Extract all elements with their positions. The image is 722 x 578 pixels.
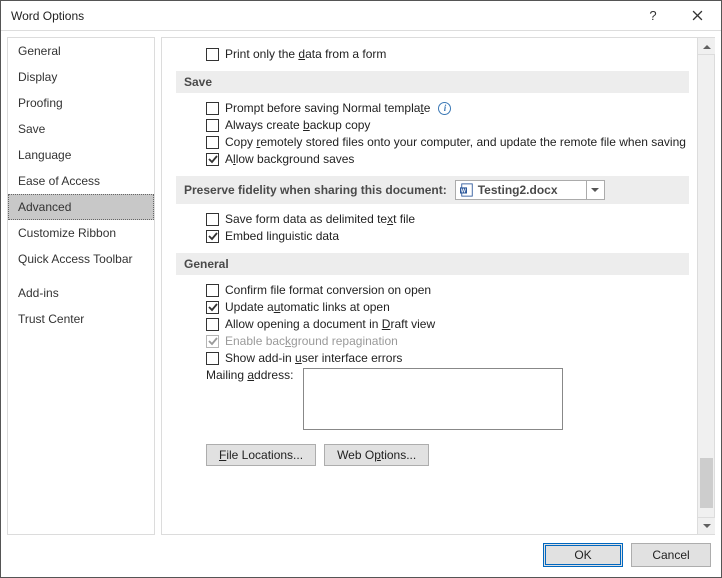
sidebar-item-save[interactable]: Save [8,116,154,142]
option-prompt-normal-template[interactable]: Prompt before saving Normal template i [206,101,689,115]
file-locations-button[interactable]: File Locations... [206,444,316,466]
checkbox[interactable] [206,136,219,149]
section-fidelity: Preserve fidelity when sharing this docu… [176,176,689,204]
info-icon[interactable]: i [438,102,451,115]
checkbox[interactable] [206,301,219,314]
section-save: Save [176,71,689,93]
window-title: Word Options [11,9,631,23]
checkbox[interactable] [206,102,219,115]
cancel-button[interactable]: Cancel [631,543,711,567]
titlebar: Word Options ? [1,1,721,31]
option-label: Confirm file format conversion on open [225,283,431,297]
web-options-button[interactable]: Web Options... [324,444,429,466]
chevron-down-icon [586,181,604,199]
section-general: General [176,253,689,275]
word-doc-icon: W [460,183,474,197]
option-label: Show add-in user interface errors [225,351,402,365]
option-label: Always create backup copy [225,118,370,132]
checkbox[interactable] [206,153,219,166]
checkbox[interactable] [206,213,219,226]
option-background-repagination: Enable background repagination [206,334,689,348]
option-label: Embed linguistic data [225,229,339,243]
option-copy-remote-files[interactable]: Copy remotely stored files onto your com… [206,135,689,149]
checkbox[interactable] [206,318,219,331]
mailing-address-row: Mailing address: [206,368,689,430]
checkbox[interactable] [206,230,219,243]
content-panel: Print only the data from a form Save Pro… [161,37,715,535]
option-update-auto-links[interactable]: Update automatic links at open [206,300,689,314]
close-button[interactable] [675,2,719,30]
option-label: Update automatic links at open [225,300,390,314]
checkbox[interactable] [206,284,219,297]
ok-button[interactable]: OK [543,543,623,567]
option-print-only-data[interactable]: Print only the data from a form [206,47,689,61]
option-label: Prompt before saving Normal template [225,101,430,115]
document-name: Testing2.docx [478,183,558,197]
scroll-up-button[interactable] [698,38,715,55]
svg-text:W: W [461,189,466,195]
checkbox[interactable] [206,352,219,365]
checkbox[interactable] [206,119,219,132]
mailing-address-field[interactable] [303,368,563,430]
option-label: Copy remotely stored files onto your com… [225,135,686,149]
option-label: Allow background saves [225,152,354,166]
sidebar-item-general[interactable]: General [8,38,154,64]
sidebar-item-quick-access-toolbar[interactable]: Quick Access Toolbar [8,246,154,272]
option-backup-copy[interactable]: Always create backup copy [206,118,689,132]
option-confirm-conversion[interactable]: Confirm file format conversion on open [206,283,689,297]
mailing-address-label: Mailing address: [206,368,293,382]
scroll-thumb[interactable] [700,458,713,508]
sidebar-item-customize-ribbon[interactable]: Customize Ribbon [8,220,154,246]
option-label: Enable background repagination [225,334,398,348]
option-allow-background-saves[interactable]: Allow background saves [206,152,689,166]
vertical-scrollbar[interactable] [697,38,714,534]
option-embed-linguistic[interactable]: Embed linguistic data [206,229,689,243]
close-icon [692,10,703,21]
option-label: Allow opening a document in Draft view [225,317,435,331]
section-fidelity-label: Preserve fidelity when sharing this docu… [184,183,447,197]
sidebar-item-display[interactable]: Display [8,64,154,90]
option-open-draft-view[interactable]: Allow opening a document in Draft view [206,317,689,331]
sidebar-item-ease-of-access[interactable]: Ease of Access [8,168,154,194]
option-label: Save form data as delimited text file [225,212,415,226]
help-button[interactable]: ? [631,2,675,30]
chevron-up-icon [703,44,711,49]
chevron-down-icon [703,524,711,529]
option-label: Print only the data from a form [225,47,386,61]
sidebar-item-language[interactable]: Language [8,142,154,168]
checkbox[interactable] [206,48,219,61]
option-save-delimited[interactable]: Save form data as delimited text file [206,212,689,226]
sidebar-item-add-ins[interactable]: Add-ins [8,280,154,306]
checkbox [206,335,219,348]
sidebar-item-trust-center[interactable]: Trust Center [8,306,154,332]
dialog-footer: OK Cancel [1,541,721,573]
option-addin-ui-errors[interactable]: Show add-in user interface errors [206,351,689,365]
document-selector[interactable]: W Testing2.docx [455,180,605,200]
sidebar-item-advanced[interactable]: Advanced [8,194,154,220]
sidebar-item-proofing[interactable]: Proofing [8,90,154,116]
scroll-down-button[interactable] [698,517,715,534]
category-sidebar: General Display Proofing Save Language E… [7,37,155,535]
